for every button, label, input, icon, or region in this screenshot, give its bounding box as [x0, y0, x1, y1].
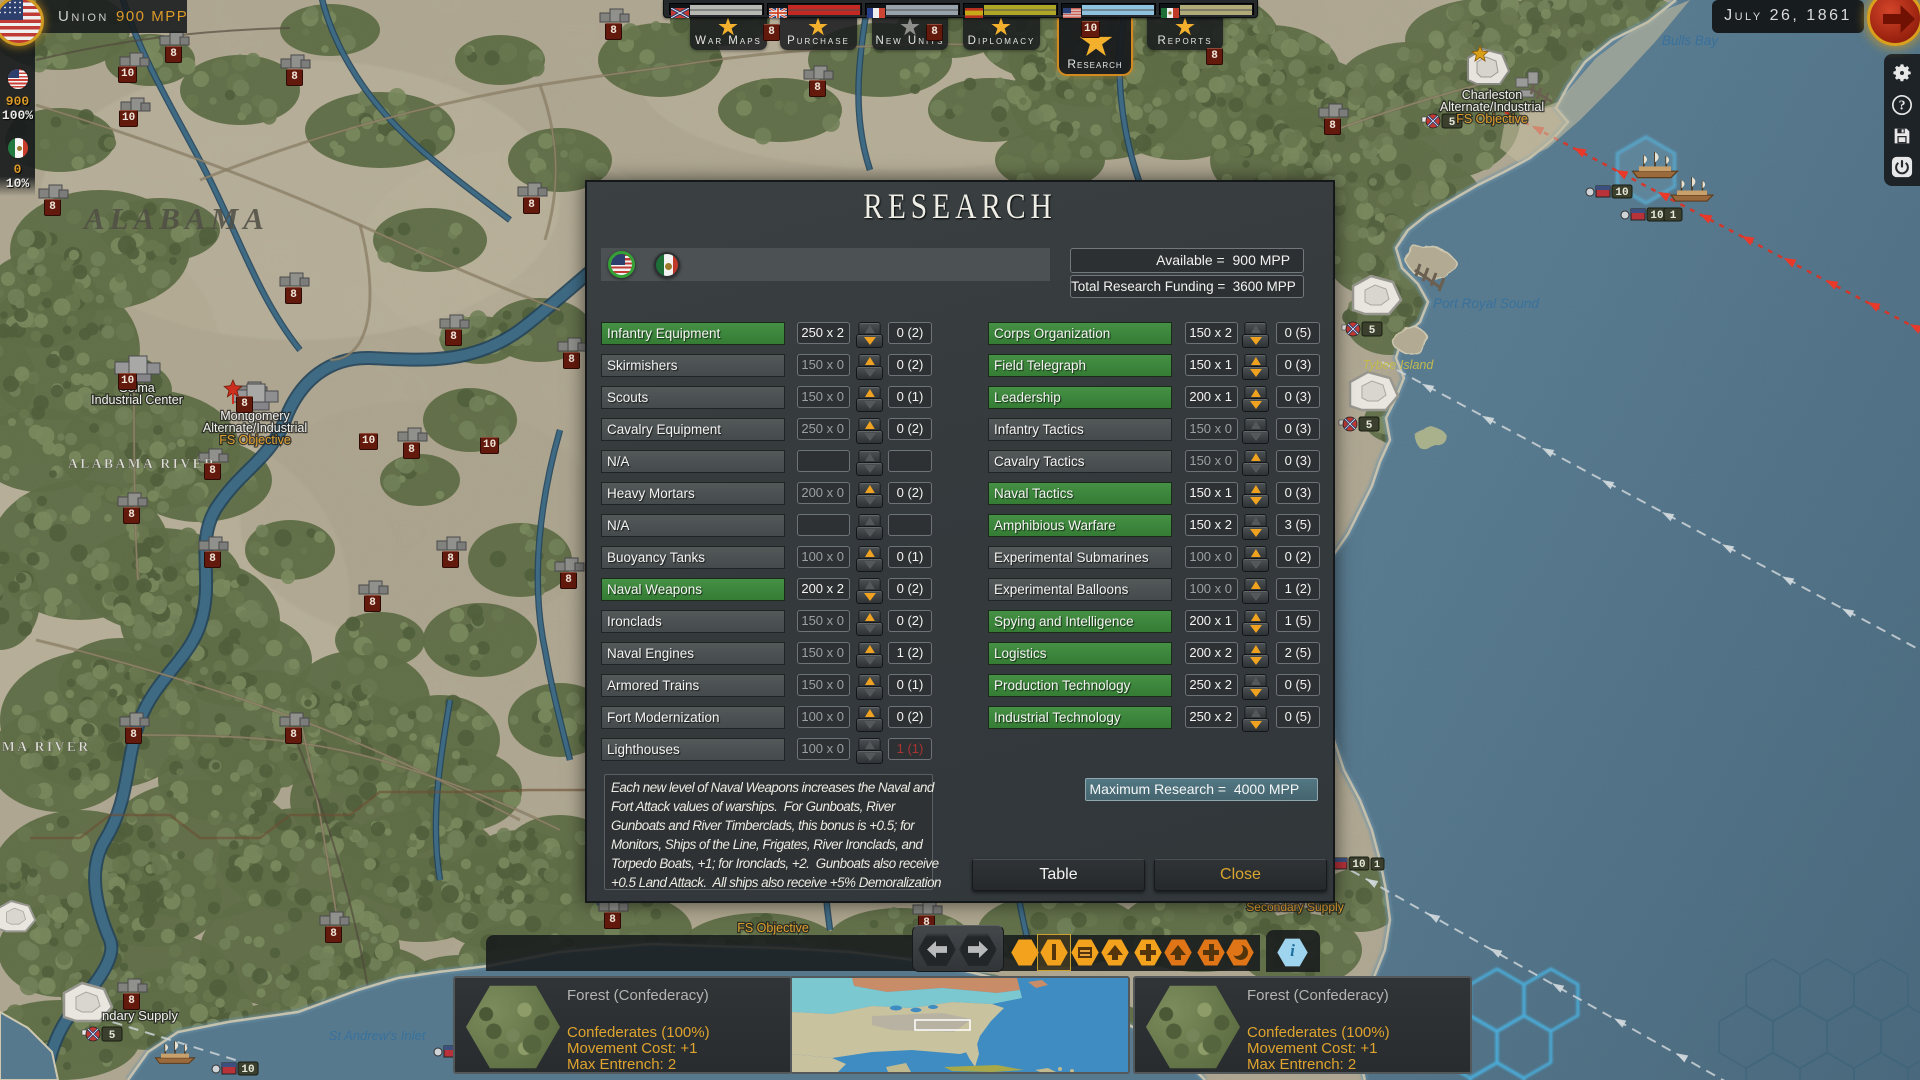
- svg-text:Tybee Island: Tybee Island: [1363, 358, 1435, 372]
- svg-text:5: 5: [1449, 117, 1456, 129]
- svg-text:MA RIVER: MA RIVER: [2, 739, 91, 754]
- svg-text:10: 10: [241, 1064, 254, 1076]
- svg-text:Bulls Bay: Bulls Bay: [1662, 33, 1720, 48]
- svg-text:Industrial Center: Industrial Center: [91, 393, 183, 407]
- svg-text:FS Objective: FS Objective: [737, 921, 809, 935]
- svg-text:5: 5: [109, 1030, 116, 1042]
- svg-text:?: ?: [1899, 98, 1906, 113]
- svg-text:ALABAMA: ALABAMA: [82, 201, 269, 236]
- svg-text:10: 10: [1650, 210, 1663, 222]
- svg-text:St Andrew's Inlet: St Andrew's Inlet: [329, 1028, 427, 1043]
- svg-text:Port Royal Sound: Port Royal Sound: [1433, 296, 1539, 311]
- svg-text:10: 10: [1352, 859, 1365, 871]
- svg-text:FS Objective: FS Objective: [1456, 112, 1528, 126]
- svg-text:1: 1: [1670, 210, 1677, 222]
- svg-text:FS Objective: FS Objective: [219, 433, 291, 447]
- svg-text:5: 5: [1369, 325, 1376, 337]
- svg-text:10: 10: [1615, 187, 1628, 199]
- svg-text:1: 1: [1374, 860, 1380, 871]
- svg-text:5: 5: [1366, 420, 1373, 432]
- svg-text:ALABAMA RIVER: ALABAMA RIVER: [68, 456, 216, 471]
- svg-text:ndary Supply: ndary Supply: [102, 1008, 178, 1023]
